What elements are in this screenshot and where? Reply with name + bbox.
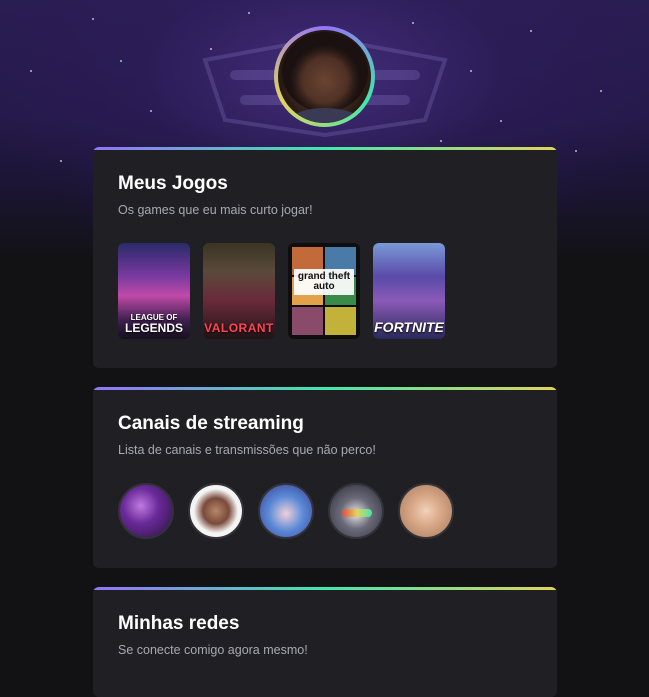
- streaming-card-subtitle: Lista de canais e transmissões que não p…: [118, 443, 376, 457]
- game-title: VALORANT: [204, 321, 274, 335]
- game-title: FORTNITE: [374, 319, 444, 335]
- games-card-subtitle: Os games que eu mais curto jogar!: [118, 203, 313, 217]
- games-card: Meus Jogos Os games que eu mais curto jo…: [93, 147, 557, 368]
- profile-avatar: [274, 26, 375, 127]
- game-valorant[interactable]: VALORANT: [203, 243, 275, 339]
- streaming-card-title: Canais de streaming: [118, 413, 304, 434]
- game-fortnite[interactable]: FORTNITE: [373, 243, 445, 339]
- channel-avatar[interactable]: [188, 483, 244, 539]
- streaming-channels-list: [118, 483, 532, 539]
- games-list: LEAGUE OF LEGENDS VALORANT grand theft a…: [118, 243, 532, 339]
- channel-avatar[interactable]: [328, 483, 384, 539]
- channel-avatar[interactable]: [398, 483, 454, 539]
- social-card-title: Minhas redes: [118, 613, 240, 634]
- social-card: Minhas redes Se conecte comigo agora mes…: [93, 587, 557, 697]
- channel-avatar[interactable]: [258, 483, 314, 539]
- game-gta-v[interactable]: grand theft auto: [288, 243, 360, 339]
- game-title-line2: LEGENDS: [124, 321, 183, 335]
- games-card-title: Meus Jogos: [118, 173, 228, 194]
- game-league-of-legends[interactable]: LEAGUE OF LEGENDS: [118, 243, 190, 339]
- channel-avatar[interactable]: [118, 483, 174, 539]
- social-card-subtitle: Se conecte comigo agora mesmo!: [118, 643, 308, 657]
- game-title: grand theft auto: [294, 269, 354, 295]
- streaming-card: Canais de streaming Lista de canais e tr…: [93, 387, 557, 568]
